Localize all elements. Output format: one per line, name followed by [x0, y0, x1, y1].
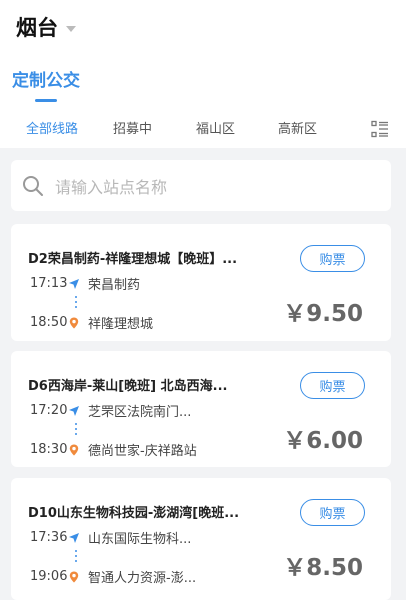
start-time: 17:13 — [30, 276, 68, 291]
route-card[interactable]: D10山东生物科技园-澎湖湾[晚班... 17:36 山东国际生物科... 19… — [11, 478, 391, 600]
city-selector[interactable]: 烟台 — [16, 12, 76, 42]
tab-custom-bus[interactable]: 定制公交 — [12, 66, 80, 91]
start-time: 17:20 — [30, 403, 68, 418]
route-card[interactable]: D2荣昌制药-祥隆理想城【晚班】... 17:13 荣昌制药 18:50 祥隆理… — [11, 224, 391, 341]
start-stop-row: 17:20 芝罘区法院南门... — [30, 401, 191, 420]
end-stop-row: 18:30 德尚世家-庆祥路站 — [30, 440, 197, 459]
search-icon — [23, 175, 43, 196]
list-menu-icon[interactable] — [371, 120, 389, 138]
subtab-bar: 全部线路 招募中 福山区 高新区 — [0, 118, 406, 142]
buy-ticket-button[interactable]: 购票 — [300, 499, 365, 526]
ticket-price: ￥6.00 — [283, 428, 363, 454]
end-stop-row: 18:50 祥隆理想城 — [30, 313, 153, 332]
location-pin-icon — [69, 571, 79, 582]
location-pin-icon — [69, 317, 79, 328]
end-time: 18:50 — [30, 315, 68, 330]
start-time: 17:36 — [30, 530, 68, 545]
caret-down-icon — [66, 26, 76, 32]
navigation-arrow-icon — [69, 532, 79, 543]
start-stop-name: 芝罘区法院南门... — [88, 405, 192, 420]
route-dots — [75, 423, 77, 438]
navigation-arrow-icon — [69, 278, 79, 289]
start-stop-row: 17:13 荣昌制药 — [30, 274, 140, 293]
subtab-gaoxin[interactable]: 高新区 — [278, 118, 317, 137]
start-stop-name: 荣昌制药 — [88, 278, 141, 293]
subtab-recruiting[interactable]: 招募中 — [113, 118, 152, 137]
location-pin-icon — [69, 444, 79, 455]
end-stop-name: 智通人力资源-澎... — [88, 571, 197, 586]
end-stop-name: 德尚世家-庆祥路站 — [88, 444, 197, 459]
route-card[interactable]: D6西海岸-莱山[晚班] 北岛西海... 17:20 芝罘区法院南门... 18… — [11, 351, 391, 467]
ticket-price: ￥8.50 — [283, 555, 363, 581]
subtab-fushan[interactable]: 福山区 — [196, 118, 235, 137]
start-stop-row: 17:36 山东国际生物科... — [30, 528, 191, 547]
end-stop-name: 祥隆理想城 — [88, 317, 154, 332]
subtab-all-routes[interactable]: 全部线路 — [26, 118, 78, 137]
buy-ticket-button[interactable]: 购票 — [300, 372, 365, 399]
route-dots — [75, 550, 77, 565]
end-stop-row: 19:06 智通人力资源-澎... — [30, 567, 196, 586]
route-title: D6西海岸-莱山[晚班] 北岛西海... — [28, 379, 228, 394]
navigation-arrow-icon — [69, 405, 79, 416]
header: 烟台 定制公交 全部线路 招募中 福山区 高新区 — [0, 0, 406, 148]
route-dots — [75, 296, 77, 311]
search-bar[interactable]: 请输入站点名称 — [11, 160, 391, 211]
ticket-price: ￥9.50 — [283, 301, 363, 327]
tab-active-indicator — [35, 99, 57, 102]
start-stop-name: 山东国际生物科... — [88, 532, 192, 547]
city-name: 烟台 — [16, 16, 58, 40]
route-title: D10山东生物科技园-澎湖湾[晚班... — [28, 506, 240, 521]
search-input[interactable]: 请输入站点名称 — [55, 174, 167, 198]
buy-ticket-button[interactable]: 购票 — [300, 245, 365, 272]
end-time: 18:30 — [30, 442, 68, 457]
route-title: D2荣昌制药-祥隆理想城【晚班】... — [28, 252, 238, 267]
end-time: 19:06 — [30, 569, 68, 584]
